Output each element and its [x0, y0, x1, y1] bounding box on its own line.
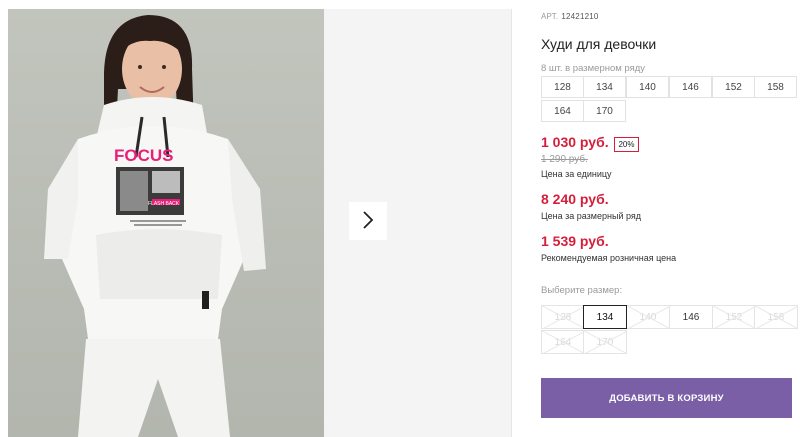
size-row-cell: 152 — [712, 76, 755, 98]
old-price: 1 290 руб. — [541, 154, 588, 165]
sku-label: АРТ. — [541, 12, 559, 21]
size-option-164[interactable]: 164 — [541, 330, 585, 354]
unit-price: 1 030 руб. — [541, 134, 609, 150]
hoodie-print-badge: FLASH BACK — [148, 201, 180, 207]
hoodie-print-brand: FOCUS — [114, 146, 174, 165]
size-row-cell: 140 — [626, 76, 669, 98]
retail-price-caption: Рекомендуемая розничная цена — [541, 253, 677, 263]
add-to-cart-button[interactable]: ДОБАВИТЬ В КОРЗИНУ — [541, 378, 792, 418]
retail-price: 1 539 руб. — [541, 233, 609, 249]
size-row-caption: 8 шт. в размерном ряду — [541, 63, 646, 74]
chevron-right-icon — [362, 210, 374, 232]
size-option-128[interactable]: 128 — [541, 305, 585, 329]
size-selector: 128 134 140 146 152 158 164 170 — [541, 305, 799, 355]
sku-value: 12421210 — [561, 12, 599, 21]
unit-price-caption: Цена за единицу — [541, 169, 612, 179]
size-row-cell: 164 — [541, 100, 584, 122]
size-option-170[interactable]: 170 — [583, 330, 627, 354]
size-option-158[interactable]: 158 — [754, 305, 798, 329]
size-row-cell: 170 — [583, 100, 626, 122]
size-option-152[interactable]: 152 — [712, 305, 756, 329]
product-title: Худи для девочки — [541, 36, 657, 52]
discount-badge: 20% — [614, 137, 639, 152]
size-option-146[interactable]: 146 — [669, 305, 713, 329]
size-option-140[interactable]: 140 — [626, 305, 670, 329]
sku-line: АРТ. 12421210 — [541, 12, 599, 21]
size-row-cell: 134 — [583, 76, 626, 98]
choose-size-caption: Выберите размер: — [541, 285, 623, 296]
product-panel: АРТ. 12421210 Худи для девочки 8 шт. в ра… — [541, 0, 800, 437]
gallery-next-button[interactable] — [349, 202, 387, 240]
size-row-cell: 128 — [541, 76, 584, 98]
product-photo-illustration: FOCUS FLASH BACK — [44, 15, 266, 437]
size-option-134[interactable]: 134 — [583, 305, 627, 329]
product-gallery: FOCUS FLASH BACK — [8, 9, 512, 437]
row-price: 8 240 руб. — [541, 191, 609, 207]
product-photo[interactable]: FOCUS FLASH BACK — [8, 9, 324, 437]
size-row-cell: 158 — [754, 76, 797, 98]
row-price-caption: Цена за размерный ряд — [541, 211, 642, 221]
size-row-cell: 146 — [669, 76, 712, 98]
